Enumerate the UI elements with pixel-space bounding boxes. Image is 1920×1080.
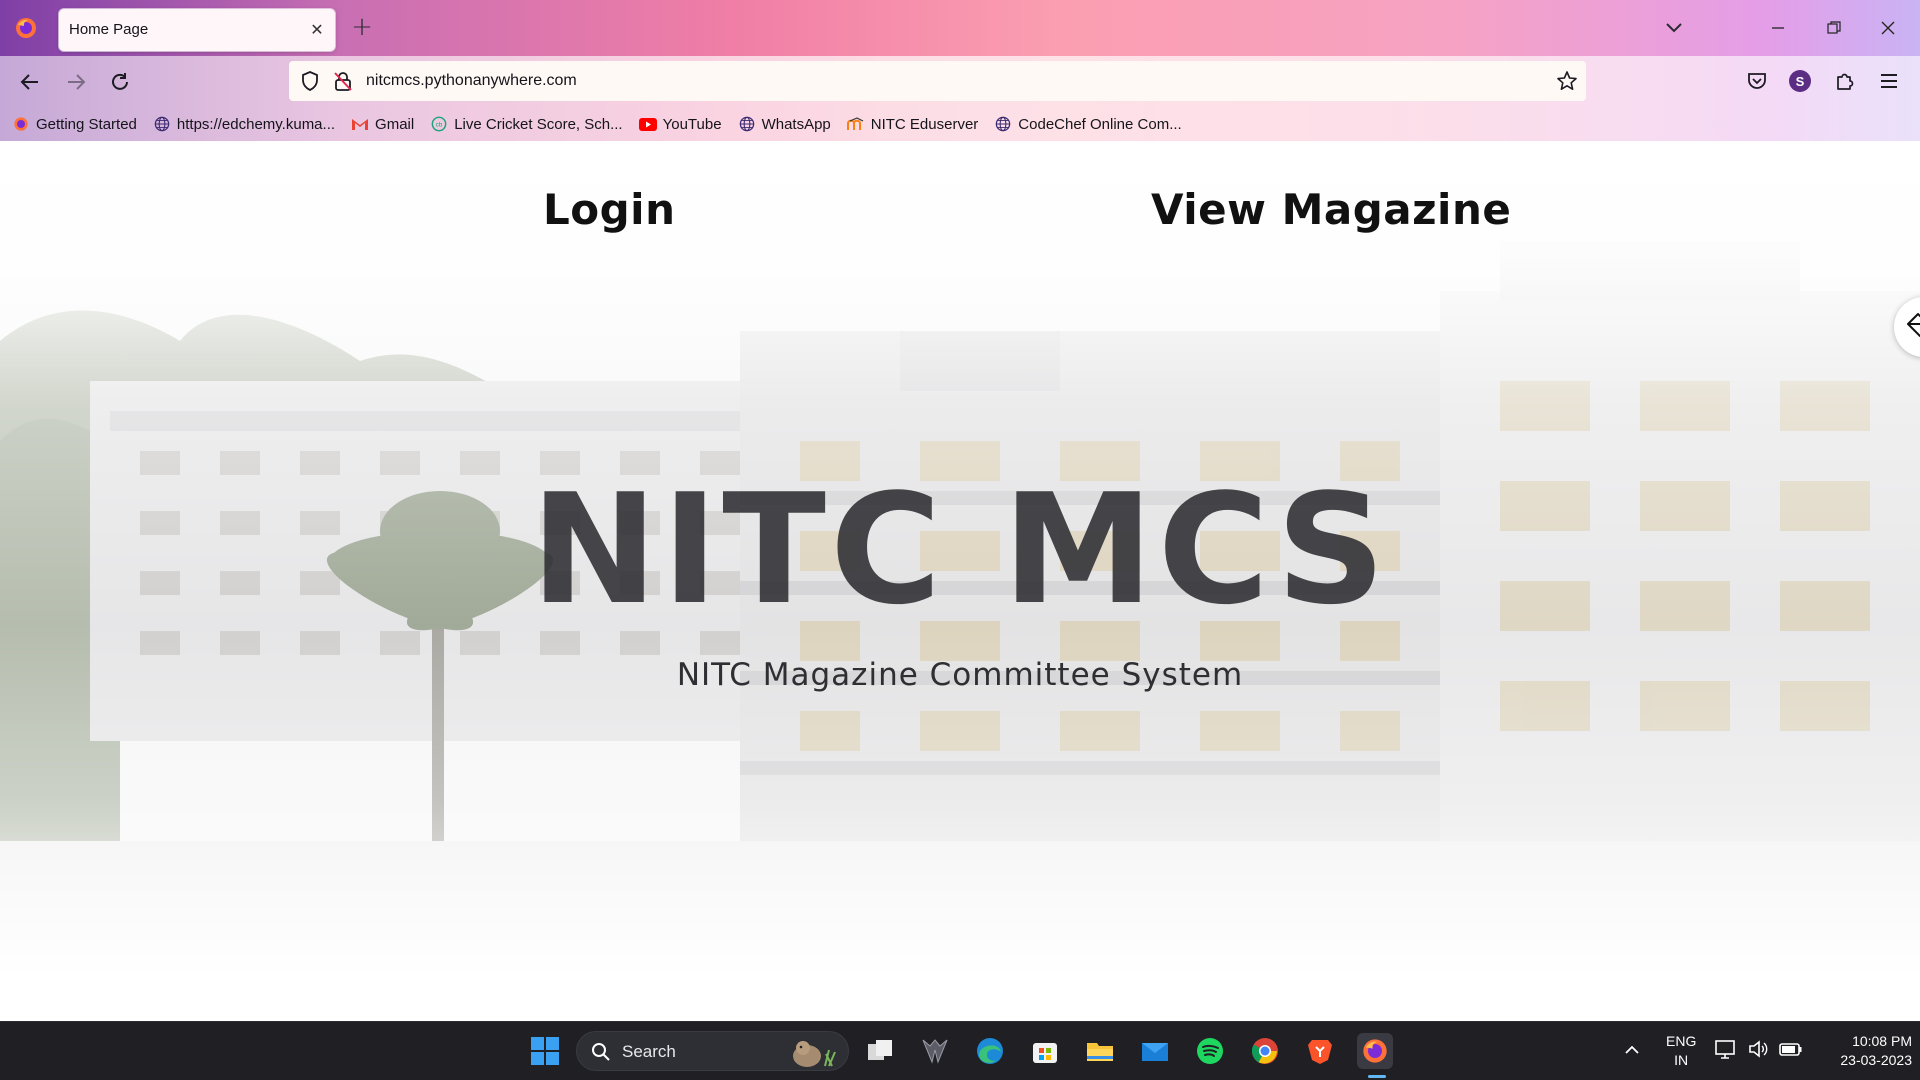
bookmark-item[interactable]: NITC Eduserver bbox=[846, 115, 979, 133]
bookmark-label: Live Cricket Score, Sch... bbox=[454, 115, 623, 133]
firefox-taskbar-icon[interactable] bbox=[1357, 1033, 1393, 1069]
pocket-icon[interactable] bbox=[1742, 66, 1772, 96]
avatar: S bbox=[1789, 70, 1811, 92]
microsoft-store-icon[interactable] bbox=[1027, 1033, 1063, 1069]
forward-arrow-icon[interactable] bbox=[60, 66, 92, 98]
page-title: NITC MCS bbox=[530, 461, 1390, 638]
bookmark-label: NITC Eduserver bbox=[870, 115, 979, 133]
spotify-icon[interactable] bbox=[1192, 1033, 1228, 1069]
window-close-icon[interactable] bbox=[1872, 14, 1904, 42]
web-page: Login View Magazine NITC MCS NITC Magazi… bbox=[0, 141, 1920, 1021]
bookmark-label: YouTube bbox=[662, 115, 722, 133]
clock-date: 23-03-2023 bbox=[1840, 1052, 1912, 1068]
login-link[interactable]: Login bbox=[543, 185, 675, 234]
network-icon[interactable] bbox=[1714, 1038, 1738, 1064]
bookmark-label: Gmail bbox=[375, 115, 415, 133]
reload-icon[interactable] bbox=[104, 66, 136, 98]
bookmark-label: WhatsApp bbox=[761, 115, 831, 133]
chrome-icon[interactable] bbox=[1247, 1033, 1283, 1069]
search-icon bbox=[591, 1042, 611, 1062]
view-magazine-link[interactable]: View Magazine bbox=[1151, 185, 1511, 234]
extensions-puzzle-icon[interactable] bbox=[1830, 66, 1860, 96]
back-arrow-icon[interactable] bbox=[14, 66, 46, 98]
youtube-icon bbox=[638, 115, 657, 133]
volume-icon[interactable] bbox=[1747, 1038, 1769, 1064]
active-app-indicator bbox=[1368, 1075, 1386, 1078]
bookmark-item[interactable]: cb Live Cricket Score, Sch... bbox=[430, 115, 623, 133]
taskbar-search[interactable]: Search bbox=[576, 1031, 849, 1071]
clock[interactable]: 10:08 PM 23-03-2023 bbox=[1812, 1032, 1912, 1070]
close-icon[interactable]: ✕ bbox=[307, 20, 327, 40]
system-tray bbox=[1714, 1038, 1804, 1064]
svg-text:cb: cb bbox=[436, 122, 443, 129]
browser-chrome: Home Page ✕ + nitcmcs.pythonanywhere.com bbox=[0, 0, 1920, 141]
firefox-icon bbox=[12, 115, 30, 133]
page-subtitle: NITC Magazine Committee System bbox=[676, 657, 1244, 693]
globe-icon bbox=[153, 115, 171, 133]
new-tab-button[interactable]: + bbox=[348, 12, 376, 42]
bookmark-item[interactable]: WhatsApp bbox=[738, 115, 831, 133]
address-bar[interactable]: nitcmcs.pythonanywhere.com bbox=[289, 61, 1586, 101]
search-label: Search bbox=[622, 1042, 676, 1061]
globe-icon bbox=[738, 115, 756, 133]
hamburger-menu-icon[interactable] bbox=[1874, 66, 1904, 96]
url-text[interactable]: nitcmcs.pythonanywhere.com bbox=[366, 72, 577, 90]
chevron-down-icon[interactable] bbox=[1660, 14, 1688, 42]
bookmark-item[interactable]: CodeChef Online Com... bbox=[994, 115, 1182, 133]
bookmark-item[interactable]: YouTube bbox=[638, 115, 722, 133]
file-explorer-icon[interactable] bbox=[1082, 1033, 1118, 1069]
windows-start-icon[interactable] bbox=[528, 1034, 562, 1068]
insecure-lock-icon[interactable] bbox=[332, 70, 354, 92]
battery-icon[interactable] bbox=[1778, 1038, 1804, 1064]
bookmark-label: Getting Started bbox=[36, 115, 137, 133]
edge-icon[interactable] bbox=[972, 1033, 1008, 1069]
shield-icon[interactable] bbox=[299, 70, 321, 92]
bookmark-item[interactable]: Gmail bbox=[351, 115, 414, 133]
armoury-crate-icon[interactable] bbox=[917, 1033, 953, 1069]
bookmark-label: CodeChef Online Com... bbox=[1018, 115, 1182, 133]
bookmark-star-icon[interactable] bbox=[1556, 70, 1578, 92]
bookmark-item[interactable]: Getting Started bbox=[12, 115, 137, 133]
input-language-indicator[interactable]: ENG IN bbox=[1666, 1032, 1696, 1070]
language-code: ENG bbox=[1666, 1033, 1697, 1049]
cricbuzz-icon: cb bbox=[430, 115, 448, 133]
clock-time: 10:08 PM bbox=[1852, 1033, 1912, 1049]
mail-icon[interactable] bbox=[1137, 1033, 1173, 1069]
restore-icon[interactable] bbox=[1818, 14, 1850, 42]
search-highlight-illustration-icon bbox=[785, 1036, 841, 1068]
region-code: IN bbox=[1674, 1052, 1689, 1068]
globe-icon bbox=[994, 115, 1012, 133]
bookmark-item[interactable]: https://edchemy.kuma... bbox=[153, 115, 335, 133]
windows-taskbar: Search ENG IN 10:08 PM 23-03-2023 bbox=[0, 1021, 1920, 1080]
tab-title: Home Page bbox=[69, 21, 149, 38]
minimize-icon[interactable] bbox=[1762, 14, 1794, 42]
tab-home-page[interactable]: Home Page ✕ bbox=[59, 9, 335, 51]
gmail-icon bbox=[351, 115, 369, 133]
moodle-icon bbox=[846, 115, 865, 133]
account-button[interactable]: S bbox=[1786, 67, 1814, 95]
firefox-icon bbox=[12, 14, 40, 42]
bookmarks-toolbar: Getting Started https://edchemy.kuma... Gm… bbox=[12, 112, 1198, 136]
brave-icon[interactable] bbox=[1302, 1033, 1338, 1069]
task-view-icon[interactable] bbox=[862, 1033, 898, 1069]
chevron-up-icon[interactable] bbox=[1620, 1038, 1644, 1062]
bookmark-label: https://edchemy.kuma... bbox=[176, 115, 336, 133]
